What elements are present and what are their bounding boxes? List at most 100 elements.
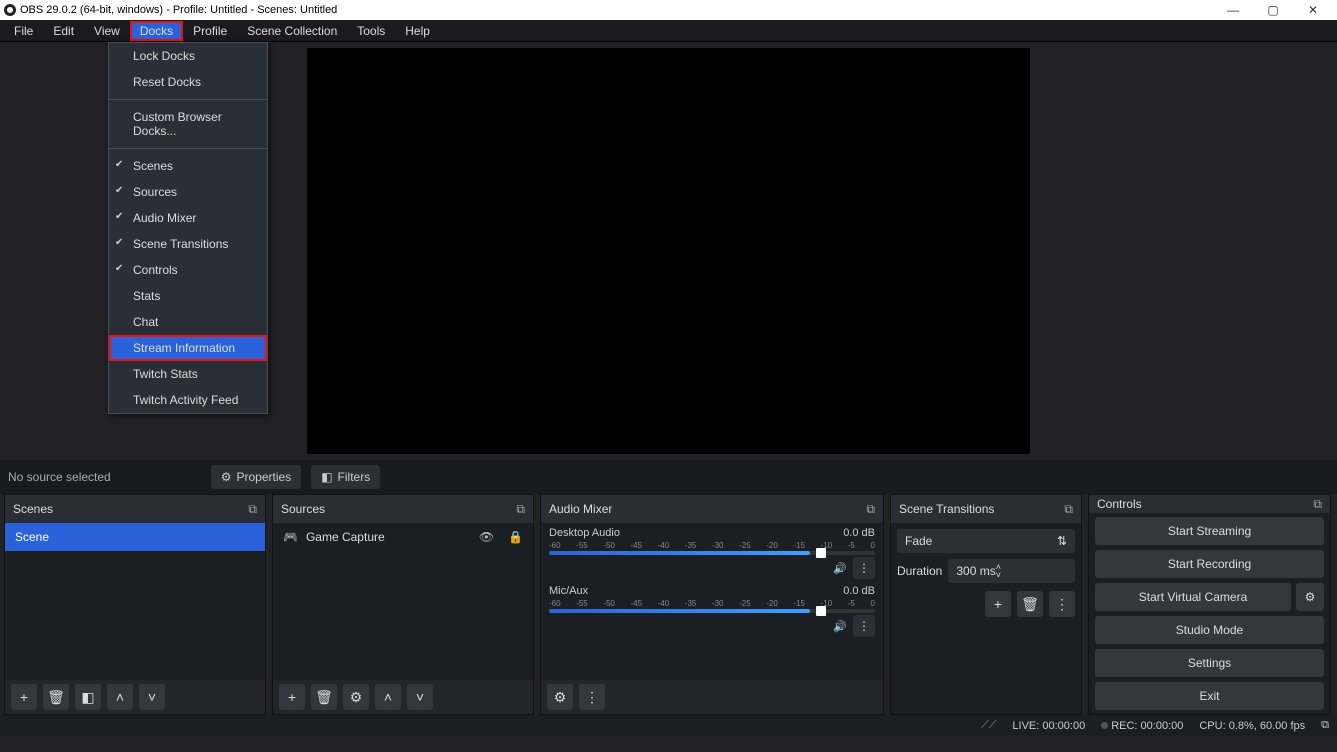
controls-header: Controls ⧉ <box>1089 495 1330 513</box>
menu-view[interactable]: View <box>84 21 130 41</box>
mixer-ticks: -60-55-50-45-40-35-30-25-20-15-10-50 <box>549 599 875 608</box>
menu-profile[interactable]: Profile <box>183 21 237 41</box>
mixer-footer: ⚙ ⋮ <box>541 680 883 714</box>
transition-select[interactable]: Fade⇅ <box>897 529 1075 553</box>
properties-button[interactable]: ⚙Properties <box>211 465 301 489</box>
add-source-button[interactable]: + <box>279 684 305 710</box>
dd-controls[interactable]: Controls <box>109 257 267 283</box>
advanced-audio-button[interactable]: ⚙ <box>547 684 573 710</box>
popout-icon[interactable]: ⧉ <box>1313 497 1322 512</box>
duration-spinbox[interactable]: 300 ms˄˅ <box>948 559 1075 583</box>
dd-stats[interactable]: Stats <box>109 283 267 309</box>
menu-tools[interactable]: Tools <box>347 21 395 41</box>
panel-title: Scene Transitions <box>899 502 994 516</box>
transition-menu-button[interactable]: ⋮ <box>1049 591 1075 617</box>
dd-stream-information[interactable]: Stream Information <box>109 335 267 361</box>
dd-audio-mixer[interactable]: Audio Mixer <box>109 205 267 231</box>
exit-button[interactable]: Exit <box>1095 682 1324 710</box>
move-source-down-button[interactable]: ˅ <box>407 684 433 710</box>
rec-dot-icon <box>1101 722 1108 729</box>
visibility-icon[interactable]: 👁 <box>479 530 494 544</box>
sources-panel: Sources ⧉ 🎮 Game Capture 👁 🔒 + 🗑 ⚙ ˄ ˅ <box>272 494 534 715</box>
dd-twitch-stats[interactable]: Twitch Stats <box>109 361 267 387</box>
scene-item[interactable]: Scene <box>5 523 265 551</box>
scene-filter-button[interactable]: ◧ <box>75 684 101 710</box>
virtual-camera-settings-button[interactable]: ⚙ <box>1296 583 1324 611</box>
menu-scene-collection[interactable]: Scene Collection <box>237 21 347 41</box>
move-scene-up-button[interactable]: ˄ <box>107 684 133 710</box>
studio-mode-button[interactable]: Studio Mode <box>1095 616 1324 644</box>
volume-slider[interactable] <box>549 609 875 613</box>
menu-file[interactable]: File <box>4 21 43 41</box>
titlebar: OBS 29.0.2 (64-bit, windows) - Profile: … <box>0 0 1337 20</box>
menu-docks[interactable]: Docks <box>130 21 183 41</box>
dd-reset-docks[interactable]: Reset Docks <box>109 69 267 95</box>
filters-button[interactable]: ◧Filters <box>311 465 380 489</box>
scenes-list: Scene <box>5 523 265 680</box>
sources-list: 🎮 Game Capture 👁 🔒 <box>273 523 533 680</box>
channel-menu-button[interactable]: ⋮ <box>853 557 875 579</box>
dd-lock-docks[interactable]: Lock Docks <box>109 43 267 69</box>
panel-title: Scenes <box>13 502 53 516</box>
channel-level: 0.0 dB <box>843 585 875 597</box>
mute-icon[interactable]: 🔊 <box>833 620 847 633</box>
scenes-footer: + 🗑 ◧ ˄ ˅ <box>5 680 265 714</box>
preview-canvas[interactable] <box>307 48 1030 454</box>
controls-panel: Controls ⧉ Start Streaming Start Recordi… <box>1088 494 1331 715</box>
transitions-body: Fade⇅ Duration 300 ms˄˅ + 🗑 ⋮ <box>891 523 1081 623</box>
remove-source-button[interactable]: 🗑 <box>311 684 337 710</box>
dd-sep <box>109 148 267 149</box>
remove-transition-button[interactable]: 🗑 <box>1017 591 1043 617</box>
dd-chat[interactable]: Chat <box>109 309 267 335</box>
panel-title: Sources <box>281 502 325 516</box>
add-transition-button[interactable]: + <box>985 591 1011 617</box>
controls-body: Start Streaming Start Recording Start Vi… <box>1089 513 1330 714</box>
popout-icon[interactable]: ⧉ <box>866 502 875 517</box>
dd-sources[interactable]: Sources <box>109 179 267 205</box>
start-virtual-camera-button[interactable]: Start Virtual Camera <box>1095 583 1291 611</box>
settings-button[interactable]: Settings <box>1095 649 1324 677</box>
audio-mixer-panel: Audio Mixer ⧉ Desktop Audio 0.0 dB -60-55… <box>540 494 884 715</box>
mute-icon[interactable]: 🔊 <box>833 562 847 575</box>
dock-icon[interactable]: ⧉ <box>1321 719 1329 732</box>
docks-dropdown: Lock Docks Reset Docks Custom Browser Do… <box>108 42 268 414</box>
dd-scenes[interactable]: Scenes <box>109 153 267 179</box>
start-recording-button[interactable]: Start Recording <box>1095 550 1324 578</box>
source-label: Game Capture <box>306 530 385 544</box>
move-source-up-button[interactable]: ˄ <box>375 684 401 710</box>
dd-custom-browser-docks[interactable]: Custom Browser Docks... <box>109 104 267 144</box>
source-toolbar: No source selected ⚙Properties ◧Filters <box>0 460 1337 494</box>
popout-icon[interactable]: ⧉ <box>248 502 257 517</box>
popout-icon[interactable]: ⧉ <box>516 502 525 517</box>
popout-icon[interactable]: ⧉ <box>1064 502 1073 517</box>
maximize-button[interactable]: ▢ <box>1253 0 1293 20</box>
mixer-ticks: -60-55-50-45-40-35-30-25-20-15-10-50 <box>549 541 875 550</box>
panel-title: Controls <box>1097 497 1142 511</box>
cpu-status: CPU: 0.8%, 60.00 fps <box>1199 720 1305 732</box>
start-streaming-button[interactable]: Start Streaming <box>1095 517 1324 545</box>
add-scene-button[interactable]: + <box>11 684 37 710</box>
channel-name: Desktop Audio <box>549 527 620 539</box>
mixer-body: Desktop Audio 0.0 dB -60-55-50-45-40-35-3… <box>541 523 883 680</box>
window-title: OBS 29.0.2 (64-bit, windows) - Profile: … <box>20 4 337 16</box>
dd-scene-transitions[interactable]: Scene Transitions <box>109 231 267 257</box>
no-source-label: No source selected <box>8 470 111 484</box>
close-button[interactable]: ✕ <box>1293 0 1333 20</box>
mixer-menu-button[interactable]: ⋮ <box>579 684 605 710</box>
menu-edit[interactable]: Edit <box>43 21 84 41</box>
volume-slider[interactable] <box>549 551 875 555</box>
source-item[interactable]: 🎮 Game Capture 👁 🔒 <box>273 523 533 551</box>
menu-help[interactable]: Help <box>395 21 440 41</box>
mixer-header: Audio Mixer ⧉ <box>541 495 883 523</box>
filters-icon: ◧ <box>321 470 332 484</box>
sources-footer: + 🗑 ⚙ ˄ ˅ <box>273 680 533 714</box>
lock-icon[interactable]: 🔒 <box>508 530 523 544</box>
network-icon: ⟋⟋ <box>981 719 996 732</box>
move-scene-down-button[interactable]: ˅ <box>139 684 165 710</box>
dd-twitch-activity-feed[interactable]: Twitch Activity Feed <box>109 387 267 413</box>
channel-menu-button[interactable]: ⋮ <box>853 615 875 637</box>
source-properties-button[interactable]: ⚙ <box>343 684 369 710</box>
transitions-header: Scene Transitions ⧉ <box>891 495 1081 523</box>
minimize-button[interactable]: — <box>1213 0 1253 20</box>
remove-scene-button[interactable]: 🗑 <box>43 684 69 710</box>
